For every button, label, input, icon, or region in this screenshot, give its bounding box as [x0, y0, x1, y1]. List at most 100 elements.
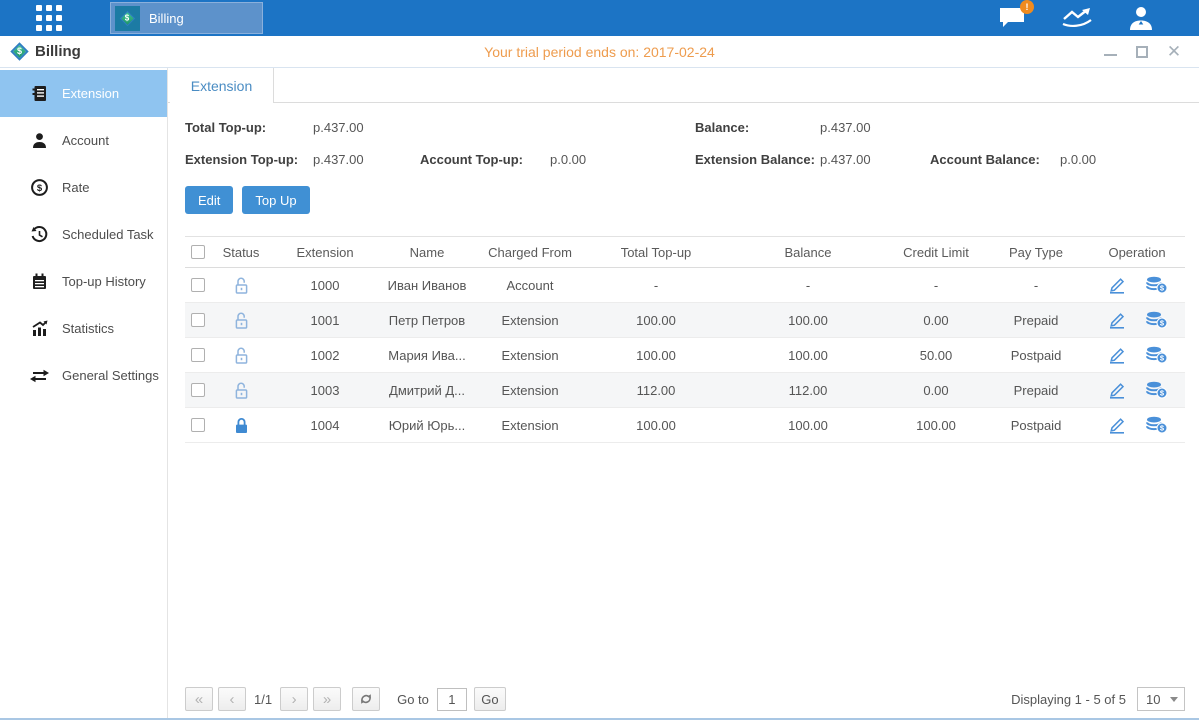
- table-row: 1001Петр ПетровExtension100.00100.000.00…: [185, 303, 1185, 338]
- unlocked-icon: [233, 276, 250, 295]
- edit-icon[interactable]: [1107, 312, 1127, 329]
- sidebar-item-statistics[interactable]: Statistics: [0, 305, 167, 352]
- go-button[interactable]: Go: [474, 687, 506, 711]
- edit-icon[interactable]: [1107, 382, 1127, 399]
- last-page-button[interactable]: »: [313, 687, 341, 711]
- extension-balance-label: Extension Balance:: [695, 152, 820, 167]
- top-up-button[interactable]: Top Up: [242, 186, 309, 214]
- row-checkbox[interactable]: [191, 278, 205, 292]
- credit-limit-cell: 100.00: [889, 418, 983, 433]
- credit-limit-cell: 0.00: [889, 383, 983, 398]
- row-checkbox[interactable]: [191, 383, 205, 397]
- sidebar-item-rate[interactable]: $ Rate: [0, 164, 167, 211]
- locked-icon: [233, 416, 250, 435]
- prev-page-button[interactable]: ‹: [218, 687, 246, 711]
- svg-text:$: $: [37, 183, 43, 194]
- user-icon[interactable]: [1127, 5, 1155, 31]
- total-topup-value: p.437.00: [313, 120, 420, 135]
- first-page-button[interactable]: «: [185, 687, 213, 711]
- goto-label: Go to: [397, 692, 429, 707]
- edit-icon[interactable]: [1107, 417, 1127, 434]
- sidebar-item-scheduled-task[interactable]: Scheduled Task: [0, 211, 167, 258]
- topup-coins-icon[interactable]: $: [1145, 381, 1168, 399]
- page-indicator: 1/1: [254, 692, 272, 707]
- topup-coins-icon[interactable]: $: [1145, 416, 1168, 434]
- edit-icon[interactable]: [1107, 277, 1127, 294]
- sidebar-item-label: Scheduled Task: [62, 227, 154, 242]
- summary-panel: Total Top-up: p.437.00 Balance: p.437.00…: [185, 120, 1185, 167]
- table-row: 1002Мария Ива...Extension100.00100.0050.…: [185, 338, 1185, 373]
- charged-from-cell: Extension: [475, 418, 585, 433]
- table-body: 1000Иван ИвановAccount----$1001Петр Петр…: [185, 268, 1185, 443]
- account-topup-value: p.0.00: [550, 152, 695, 167]
- total-topup-cell: 100.00: [585, 348, 727, 363]
- total-topup-cell: 100.00: [585, 418, 727, 433]
- table-row: 1004Юрий Юрь...Extension100.00100.00100.…: [185, 408, 1185, 443]
- extension-cell: 1003: [271, 383, 379, 398]
- pay-type-cell: Prepaid: [983, 383, 1089, 398]
- statistics-chart-icon: [30, 319, 49, 338]
- extension-cell: 1000: [271, 278, 379, 293]
- charged-from-cell: Extension: [475, 348, 585, 363]
- topup-coins-icon[interactable]: $: [1145, 311, 1168, 329]
- main-content: Extension Total Top-up: p.437.00 Balance…: [168, 68, 1199, 720]
- sidebar-item-topup-history[interactable]: Top-up History: [0, 258, 167, 305]
- table-row: 1000Иван ИвановAccount----$: [185, 268, 1185, 303]
- topbar-tab-billing[interactable]: $ Billing: [110, 2, 263, 34]
- general-settings-sliders-icon: [30, 366, 49, 385]
- row-checkbox[interactable]: [191, 348, 205, 362]
- total-topup-label: Total Top-up:: [185, 120, 313, 135]
- sidebar-item-account[interactable]: Account: [0, 117, 167, 164]
- pagination-bar: « ‹ 1/1 › » Go to Go Displaying 1 - 5 of…: [185, 687, 1185, 711]
- next-page-button[interactable]: ›: [280, 687, 308, 711]
- sidebar-item-label: General Settings: [62, 368, 159, 383]
- select-all-checkbox[interactable]: [191, 245, 205, 259]
- topup-coins-icon[interactable]: $: [1145, 276, 1168, 294]
- unlocked-icon: [233, 381, 250, 400]
- table-header-row: StatusExtensionNameCharged FromTotal Top…: [185, 236, 1185, 268]
- billing-app-icon: $: [115, 6, 140, 31]
- tab-strip: Extension: [168, 68, 1199, 103]
- name-cell: Дмитрий Д...: [379, 383, 475, 398]
- sidebar-item-label: Extension: [62, 86, 119, 101]
- account-topup-label: Account Top-up:: [420, 152, 550, 167]
- credit-limit-cell: 50.00: [889, 348, 983, 363]
- sidebar-item-label: Account: [62, 133, 109, 148]
- row-checkbox[interactable]: [191, 418, 205, 432]
- scheduled-task-clock-icon: [30, 225, 49, 244]
- account-balance-label: Account Balance:: [930, 152, 1060, 167]
- row-checkbox[interactable]: [191, 313, 205, 327]
- pay-type-cell: Prepaid: [983, 313, 1089, 328]
- goto-page-input[interactable]: [437, 688, 467, 711]
- sidebar-item-general-settings[interactable]: General Settings: [0, 352, 167, 399]
- extension-cell: 1001: [271, 313, 379, 328]
- balance-label: Balance:: [695, 120, 820, 135]
- notification-badge: !: [1020, 0, 1034, 14]
- edit-icon[interactable]: [1107, 347, 1127, 364]
- line-chart-icon[interactable]: [1061, 6, 1093, 30]
- topup-coins-icon[interactable]: $: [1145, 346, 1168, 364]
- close-button[interactable]: ✕: [1167, 45, 1181, 59]
- name-cell: Петр Петров: [379, 313, 475, 328]
- sidebar: Extension Account $ Rate: [0, 68, 168, 720]
- balance-cell: 112.00: [727, 383, 889, 398]
- tab-extension[interactable]: Extension: [170, 68, 274, 103]
- extension-balance-value: p.437.00: [820, 152, 930, 167]
- column-header-extension: Extension: [271, 245, 379, 260]
- maximize-button[interactable]: [1136, 46, 1148, 58]
- balance-cell: 100.00: [727, 348, 889, 363]
- extension-topup-label: Extension Top-up:: [185, 152, 313, 167]
- column-header-operation: Operation: [1089, 245, 1185, 260]
- page-size-select[interactable]: 10: [1137, 687, 1185, 711]
- edit-button[interactable]: Edit: [185, 186, 233, 214]
- unlocked-icon: [233, 311, 250, 330]
- chevron-down-icon: [1170, 697, 1178, 702]
- extension-topup-value: p.437.00: [313, 152, 420, 167]
- unlocked-icon: [233, 346, 250, 365]
- chat-notification-icon[interactable]: !: [999, 6, 1027, 30]
- topbar: $ Billing !: [0, 0, 1199, 36]
- refresh-icon[interactable]: [352, 687, 380, 711]
- sidebar-item-extension[interactable]: Extension: [0, 70, 167, 117]
- minimize-button[interactable]: [1104, 48, 1117, 56]
- apps-grid-icon[interactable]: [36, 5, 62, 31]
